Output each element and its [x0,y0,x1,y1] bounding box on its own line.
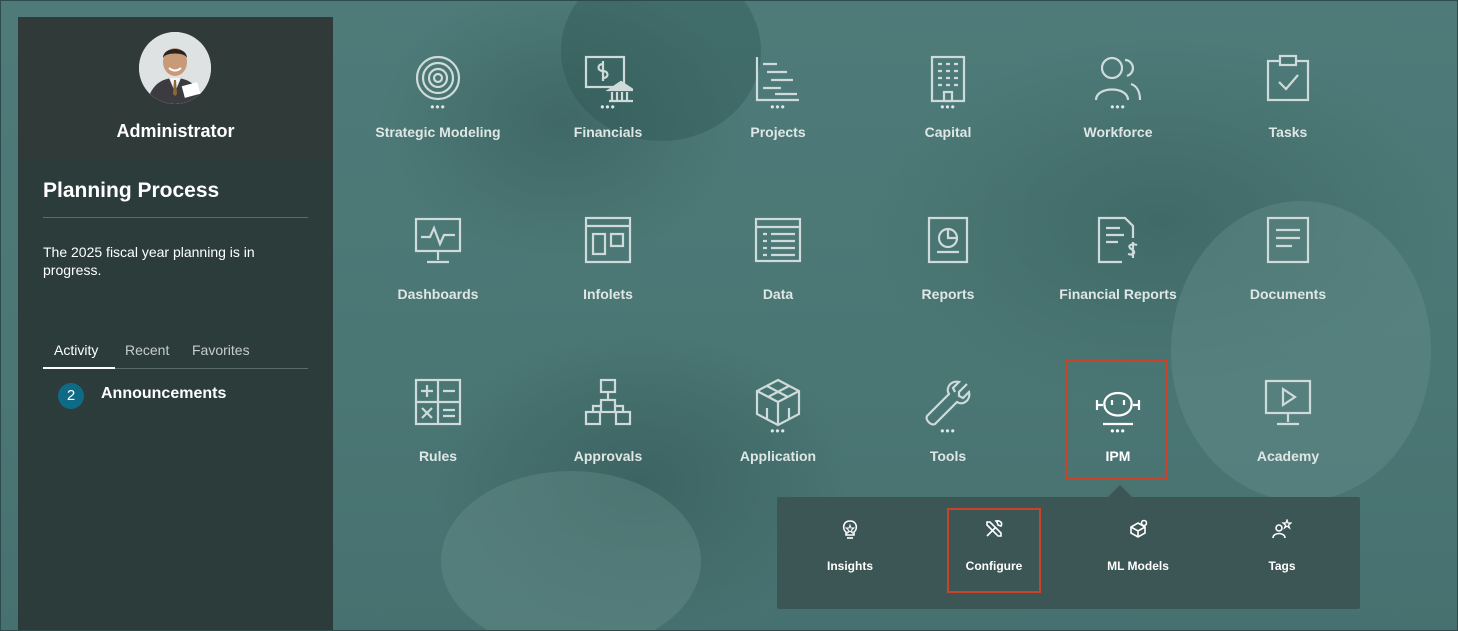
app-frame: Administrator Planning Process The 2025 … [0,0,1458,631]
tab-recent[interactable]: Recent [125,342,169,358]
tile-approvals[interactable]: Approvals [528,378,688,488]
tile-label: Documents [1249,286,1327,302]
menu-item-tags[interactable]: Tags [1222,519,1342,579]
more-options-dots[interactable]: ••• [868,425,1028,437]
background-shape [441,471,701,630]
tile-tasks[interactable]: Tasks [1208,54,1368,164]
tile-label: Dashboards [397,286,479,302]
tile-label: Projects [750,124,806,140]
planning-process-description: The 2025 fiscal year planning is in prog… [43,244,255,278]
planning-process-title: Planning Process [43,179,220,202]
tile-reports[interactable]: Reports [868,216,1028,326]
tile-label: Tasks [1268,124,1308,140]
active-tab-indicator [43,367,115,369]
tile-label: Academy [1256,448,1320,464]
profile-header: Administrator [18,17,333,159]
infolets-icon [584,216,632,264]
popup-caret [1108,485,1132,497]
tile-label: Financial Reports [1059,286,1177,302]
sidebar: Administrator Planning Process The 2025 … [18,17,333,630]
menu-item-insights[interactable]: Insights [790,519,910,579]
target-icon [415,55,461,101]
ipm-highlight-box [1066,360,1168,480]
people-icon [1094,56,1142,101]
projects-icon [755,57,799,102]
more-options-dots[interactable]: ••• [868,101,1028,113]
menu-item-label: ML Models [1107,559,1169,573]
announcement-count-badge: 2 [58,383,84,409]
calculator-icon [414,378,462,426]
tile-label: Application [739,448,817,464]
tile-workforce[interactable]: ••• Workforce [1038,54,1198,164]
tags-icon [1272,519,1292,539]
tile-dashboards[interactable]: Dashboards [358,216,518,326]
ipm-submenu: Insights Configure ML Models Tags [777,497,1360,609]
tile-documents[interactable]: Documents [1208,216,1368,326]
tile-label: Strategic Modeling [375,124,501,140]
tile-label: Capital [924,124,972,140]
tile-capital[interactable]: ••• Capital [868,54,1028,164]
tab-activity[interactable]: Activity [54,342,98,358]
tile-infolets[interactable]: Infolets [528,216,688,326]
tile-academy[interactable]: Academy [1208,378,1368,488]
wrench-icon [925,380,971,426]
hierarchy-icon [584,378,632,426]
financial-report-icon [1097,216,1138,264]
lightbulb-icon [842,520,858,539]
more-options-dots[interactable]: ••• [358,101,518,113]
tile-label: Financials [573,124,643,140]
menu-item-label: Insights [826,559,873,573]
tab-favorites[interactable]: Favorites [192,342,250,358]
more-options-dots[interactable]: ••• [698,425,858,437]
monitor-pulse-icon [414,217,462,264]
data-grid-icon [754,217,802,263]
tile-label: Data [762,286,794,302]
building-icon [930,55,966,103]
tile-financials[interactable]: ••• Financials [528,54,688,164]
tile-tools[interactable]: ••• Tools [868,378,1028,488]
tile-label: Rules [418,448,458,464]
tile-application[interactable]: ••• Application [698,378,858,488]
clipboard-check-icon [1266,54,1310,102]
configure-highlight-box [947,508,1041,593]
avatar[interactable] [139,32,211,104]
tile-data[interactable]: Data [698,216,858,326]
play-screen-icon [1264,379,1312,426]
document-icon [1266,216,1310,264]
menu-item-ml-models[interactable]: ML Models [1078,519,1198,579]
tile-rules[interactable]: Rules [358,378,518,488]
tile-label: Tools [929,448,967,464]
announcements-label: Announcements [101,385,227,402]
report-chart-icon [927,216,969,264]
financials-icon [584,55,633,103]
menu-item-label: Tags [1268,559,1296,573]
tile-label: Workforce [1083,124,1153,140]
tile-label: Reports [921,286,975,302]
more-options-dots[interactable]: ••• [1038,101,1198,113]
divider [43,217,308,218]
cube-icon [755,378,801,427]
tile-label: Approvals [573,448,643,464]
tile-strategic-modeling[interactable]: ••• Strategic Modeling [358,54,518,164]
tile-financial-reports[interactable]: Financial Reports [1038,216,1198,326]
user-name: Administrator [116,121,235,141]
more-options-dots[interactable]: ••• [698,101,858,113]
ml-models-icon [1130,519,1148,538]
tile-projects[interactable]: ••• Projects [698,54,858,164]
announcements-item[interactable]: 2 Announcements [58,383,298,409]
more-options-dots[interactable]: ••• [528,101,688,113]
tile-label: Infolets [583,286,633,302]
activity-tabs: Activity Recent Favorites [43,339,308,369]
